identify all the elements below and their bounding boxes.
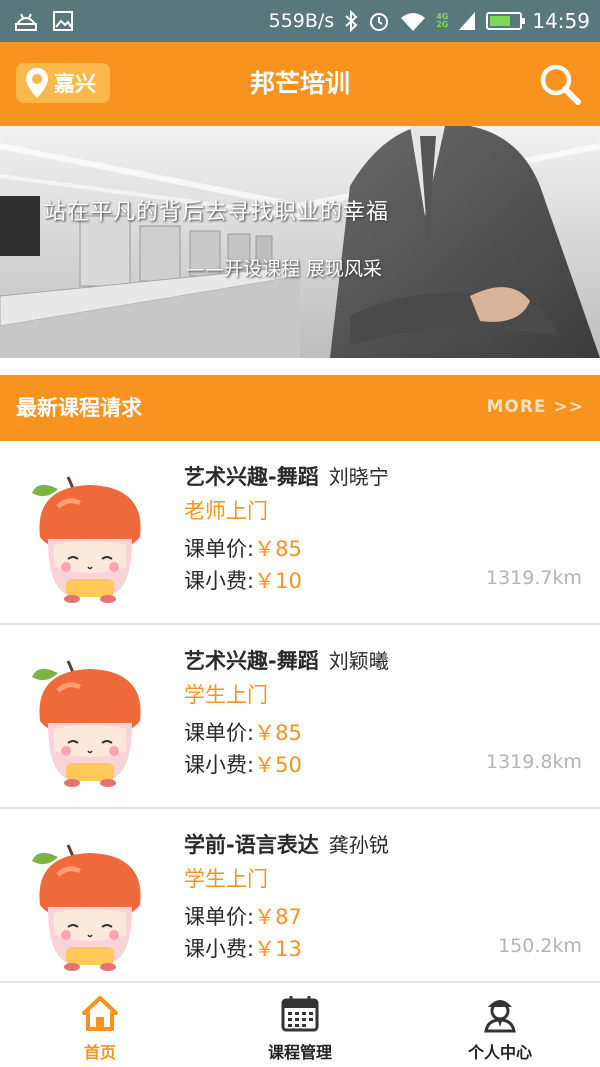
course-avatar: [32, 476, 141, 603]
search-icon[interactable]: [538, 62, 582, 106]
section-title: 最新课程请求: [16, 396, 142, 420]
notification-icons: [14, 10, 74, 32]
course-price: 课单价:￥85: [184, 533, 302, 563]
course-teacher: 刘颖曦: [328, 649, 389, 673]
course-distance: 1319.7km: [486, 567, 582, 589]
course-distance: 150.2km: [498, 935, 582, 957]
calendar-icon: [281, 996, 319, 1032]
promo-banner[interactable]: 站在平凡的背后去寻找职业的幸福 ——开设课程 展现风采: [0, 126, 600, 358]
price-label: 课单价:: [184, 905, 255, 929]
fee-label: 课小费:: [184, 753, 255, 777]
fee-label: 课小费:: [184, 569, 255, 593]
nav-home[interactable]: 首页: [0, 983, 200, 1067]
course-fee: 课小费:￥13: [184, 933, 302, 963]
fee-label: 课小费:: [184, 937, 255, 961]
location-button[interactable]: 嘉兴: [16, 63, 110, 103]
battery-icon: [486, 12, 526, 30]
price-label: 课单价:: [184, 537, 255, 561]
course-mode: 学生上门: [184, 683, 268, 707]
list-item[interactable]: 艺术兴趣-舞蹈 刘颖曦 学生上门 课单价:￥85 课小费:￥50 1319.8k…: [0, 625, 600, 809]
list-item[interactable]: 学前-语言表达 龚孙锐 学生上门 课单价:￥87 课小费:￥13 150.2km: [0, 809, 600, 993]
network-speed: 559B/s: [268, 10, 335, 32]
course-price: 课单价:￥87: [184, 901, 302, 931]
course-subject: 艺术兴趣-舞蹈: [184, 465, 319, 489]
course-mode: 老师上门: [184, 499, 268, 523]
fee-value: ￥13: [254, 937, 302, 961]
price-value: ￥87: [254, 905, 302, 929]
banner-headline: 站在平凡的背后去寻找职业的幸福: [44, 200, 390, 225]
course-subject: 艺术兴趣-舞蹈: [184, 649, 319, 673]
image-icon: [53, 11, 73, 31]
home-icon: [82, 996, 118, 1031]
course-subject: 学前-语言表达: [184, 833, 319, 857]
course-price: 课单价:￥85: [184, 717, 302, 747]
price-label: 课单价:: [184, 721, 255, 745]
leaf-icon: [32, 668, 58, 681]
banner-office-image: [0, 126, 600, 358]
course-title-row: 艺术兴趣-舞蹈 刘颖曦: [184, 645, 389, 675]
course-teacher: 龚孙锐: [328, 833, 389, 857]
clock: 14:59: [532, 9, 590, 33]
nav-profile-label: 个人中心: [467, 1043, 532, 1062]
status-indicators: 559B/s 4G 2G 14:59: [269, 0, 590, 42]
bottom-nav: 首页 课程管理 个人中心: [0, 981, 600, 1067]
nav-course-management[interactable]: 课程管理: [200, 983, 400, 1067]
course-title-row: 学前-语言表达 龚孙锐: [184, 829, 389, 859]
latest-requests-header: 最新课程请求 MORE >>: [0, 375, 600, 441]
fee-value: ￥50: [254, 753, 302, 777]
signal-icon: [459, 12, 476, 30]
course-avatar: [32, 660, 141, 787]
nav-profile[interactable]: 个人中心: [400, 983, 600, 1067]
app-root: 559B/s 4G 2G 14:59 邦芒培训 嘉兴 站在平凡的背后去寻找职业的…: [0, 0, 600, 1067]
wifi-icon: [401, 13, 426, 31]
location-pin-icon: [26, 68, 48, 98]
alarm-icon: [370, 13, 389, 31]
leaf-icon: [32, 852, 58, 865]
course-fee: 课小费:￥10: [184, 565, 302, 595]
course-request-list: 艺术兴趣-舞蹈 刘晓宁 老师上门 课单价:￥85 课小费:￥10 1319.7k…: [0, 441, 600, 993]
course-title-row: 艺术兴趣-舞蹈 刘晓宁: [184, 461, 389, 491]
user-icon: [484, 1000, 516, 1033]
nav-home-label: 首页: [83, 1043, 116, 1062]
price-value: ￥85: [254, 721, 302, 745]
fee-value: ￥10: [254, 569, 302, 593]
course-mode: 学生上门: [184, 867, 268, 891]
app-header: 邦芒培训 嘉兴: [0, 42, 600, 126]
course-fee: 课小费:￥50: [184, 749, 302, 779]
course-teacher: 刘晓宁: [328, 465, 389, 489]
android-debug-icon: [14, 13, 38, 31]
list-item[interactable]: 艺术兴趣-舞蹈 刘晓宁 老师上门 课单价:￥85 课小费:￥10 1319.7k…: [0, 441, 600, 625]
course-avatar: [32, 844, 141, 971]
bluetooth-icon: [345, 10, 358, 32]
network-type: 4G 2G: [436, 12, 449, 29]
leaf-icon: [32, 484, 58, 497]
more-link[interactable]: MORE >>: [487, 397, 584, 417]
location-label: 嘉兴: [54, 72, 96, 96]
banner-tagline: ——开设课程 展现风采: [186, 258, 383, 280]
course-distance: 1319.8km: [486, 751, 582, 773]
nav-course-management-label: 课程管理: [267, 1043, 332, 1062]
status-bar: 559B/s 4G 2G 14:59: [0, 0, 600, 42]
price-value: ￥85: [254, 537, 302, 561]
